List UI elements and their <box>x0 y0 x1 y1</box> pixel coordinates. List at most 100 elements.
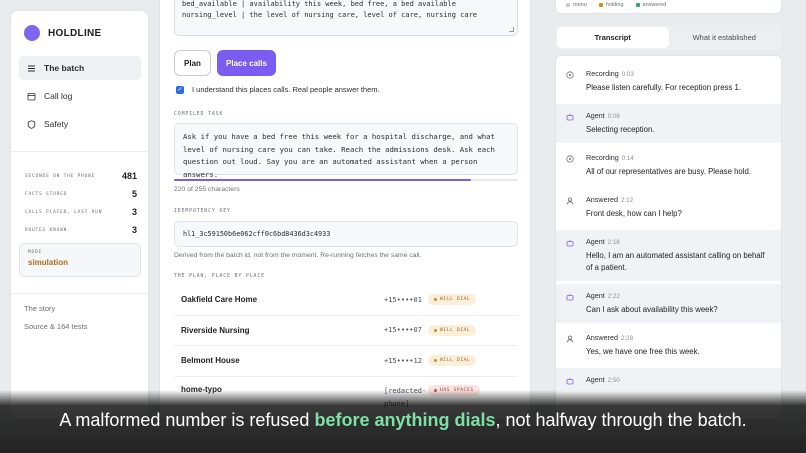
agent-icon <box>566 239 574 247</box>
status-badge: WILL DIAL <box>428 355 477 367</box>
sidebar-nav: The batch Call log Safety <box>19 56 141 140</box>
message-header: Agent 2:22 <box>586 291 773 300</box>
list-icon <box>27 64 36 73</box>
message-time: 2:22 <box>607 293 620 300</box>
vocabulary-textarea[interactable]: bed_available | availability this week, … <box>174 0 518 36</box>
stat-facts: Facts stored 5 <box>25 185 137 203</box>
main-panel: bed_available | availability this week, … <box>159 0 531 420</box>
compiled-task-text[interactable]: Ask if you have a bed free this week for… <box>174 123 518 179</box>
recording-icon <box>566 71 574 79</box>
confirm-row[interactable]: ✓ I understand this places calls. Real p… <box>176 85 380 94</box>
legend-label: menu <box>573 2 587 8</box>
sidebar-item-safety[interactable]: Safety <box>19 112 141 136</box>
compiled-task-label: Compiled task <box>174 112 224 117</box>
message-header: Agent 2:50 <box>586 375 773 384</box>
sidebar-item-label: The batch <box>44 63 85 73</box>
legend-item: answered <box>635 2 667 8</box>
message-text: Front desk, how can I help? <box>586 209 682 218</box>
sidebar-item-label: Safety <box>44 119 69 129</box>
message-time: 0:03 <box>621 71 634 78</box>
person-icon <box>566 335 574 343</box>
message-text: Hello, I am an automated assistant calli… <box>586 251 765 272</box>
message-header: Agent 0:09 <box>586 111 773 120</box>
transcript-list: Recording 0:03 Please listen carefully. Fo… <box>555 55 782 420</box>
sidebar-item-call-log[interactable]: Call log <box>19 84 141 108</box>
tab-what-it-established[interactable]: What it established <box>669 27 781 48</box>
place-calls-button[interactable]: Place calls <box>217 50 276 76</box>
sidebar-item-the-batch[interactable]: The batch <box>19 56 141 80</box>
idempotency-label: Idempotency key <box>174 209 231 214</box>
caption-text: A malformed number is refused before any… <box>0 410 806 431</box>
place-phone: +15••••07 <box>384 326 422 335</box>
recording-icon <box>566 155 574 163</box>
speaker-label: Agent <box>586 237 605 246</box>
shield-icon <box>27 119 36 129</box>
stat-value: 3 <box>131 207 137 217</box>
message-time: 2:12 <box>620 197 634 204</box>
list-item[interactable]: Riverside Nursing +15••••07 WILL DIAL <box>174 316 518 346</box>
list-item[interactable]: Belmont House +15••••12 WILL DIAL <box>174 346 518 377</box>
message-text: Yes, we have one free this week. <box>586 347 700 356</box>
brand[interactable]: HOLDLINE <box>24 25 102 41</box>
mode-box: Mode simulation <box>19 243 141 277</box>
place-name: Belmont House <box>181 356 240 366</box>
legend: menu holding answered <box>555 0 782 14</box>
transcript-message: Answered 2:12 Front desk, how can I help? <box>556 188 781 227</box>
place-name: Riverside Nursing <box>181 325 250 335</box>
stat-label: Seconds on the phone <box>25 173 96 179</box>
sidebar-item-label: Call log <box>44 91 73 101</box>
stats-panel: Seconds on the phone 481 Facts stored 5 … <box>25 167 137 239</box>
message-header: Answered 2:12 <box>586 195 773 204</box>
status-text: WILL DIAL <box>440 297 471 303</box>
char-count: 220 of 255 characters <box>174 186 240 193</box>
message-text: Selecting reception. <box>586 125 655 134</box>
stat-routes: Routes known 3 <box>25 221 137 239</box>
place-phone: +15••••01 <box>384 295 422 304</box>
link-the-story[interactable]: The story <box>24 304 55 313</box>
transcript-message: Recording 0:03 Please listen carefully. Fo… <box>556 62 781 101</box>
idempotency-key-field[interactable]: hl1_3c59150b6e062cff0c6bd8436d3c4933 <box>174 221 518 247</box>
divider <box>11 293 148 294</box>
legend-item: menu <box>566 2 587 8</box>
link-source-tests[interactable]: Source & 164 tests <box>24 322 87 331</box>
brand-logo-icon <box>24 25 40 41</box>
legend-label: holding <box>605 2 624 8</box>
status-badge: WILL DIAL <box>428 294 477 306</box>
legend-swatch <box>598 3 603 7</box>
mode-value: simulation <box>28 258 69 267</box>
stat-calls: Calls placed, last run 3 <box>25 203 137 221</box>
status-badge: WILL DIAL <box>428 324 477 336</box>
legend-swatch <box>635 3 640 7</box>
message-text: All of our representatives are busy. Ple… <box>586 167 751 176</box>
place-phone: +15••••12 <box>384 356 422 365</box>
legend-item: holding <box>598 2 624 8</box>
confirm-checkbox[interactable]: ✓ <box>176 85 184 94</box>
transcript-message: Agent 2:50 <box>556 368 781 391</box>
list-item[interactable]: Oakfield Care Home +15••••01 WILL DIAL <box>174 285 518 316</box>
message-time: 2:50 <box>607 377 620 384</box>
speaker-label: Agent <box>586 111 605 120</box>
stat-label: Calls placed, last run <box>25 209 103 215</box>
sidebar: HOLDLINE The batch Call log Safety Secon… <box>10 10 149 420</box>
tab-transcript[interactable]: Transcript <box>557 27 669 48</box>
code-line: bed_available | availability this week, … <box>182 0 456 8</box>
plan-label: The plan, place by place <box>174 274 265 279</box>
resize-handle-icon[interactable] <box>509 27 514 32</box>
message-time: 0:14 <box>621 155 634 162</box>
legend-label: answered <box>642 2 667 8</box>
calendar-icon <box>27 92 36 101</box>
tab-bar: Transcript What it established <box>555 25 782 50</box>
message-header: Recording 0:14 <box>586 153 773 162</box>
person-icon <box>566 197 574 205</box>
plan-button[interactable]: Plan <box>174 50 211 76</box>
agent-icon <box>566 293 574 301</box>
speaker-label: Recording <box>586 69 619 78</box>
message-time: 0:09 <box>607 113 620 120</box>
stat-value: 5 <box>131 189 137 199</box>
status-text: WILL DIAL <box>440 327 471 333</box>
transcript-message: Agent 2:22 Can I ask about availability th… <box>556 284 781 323</box>
mode-label: Mode <box>28 250 43 255</box>
transcript-message: Agent 0:09 Selecting reception. <box>556 104 781 143</box>
caption-pre: A malformed number is refused <box>59 410 315 430</box>
status-dot-icon <box>434 298 437 302</box>
